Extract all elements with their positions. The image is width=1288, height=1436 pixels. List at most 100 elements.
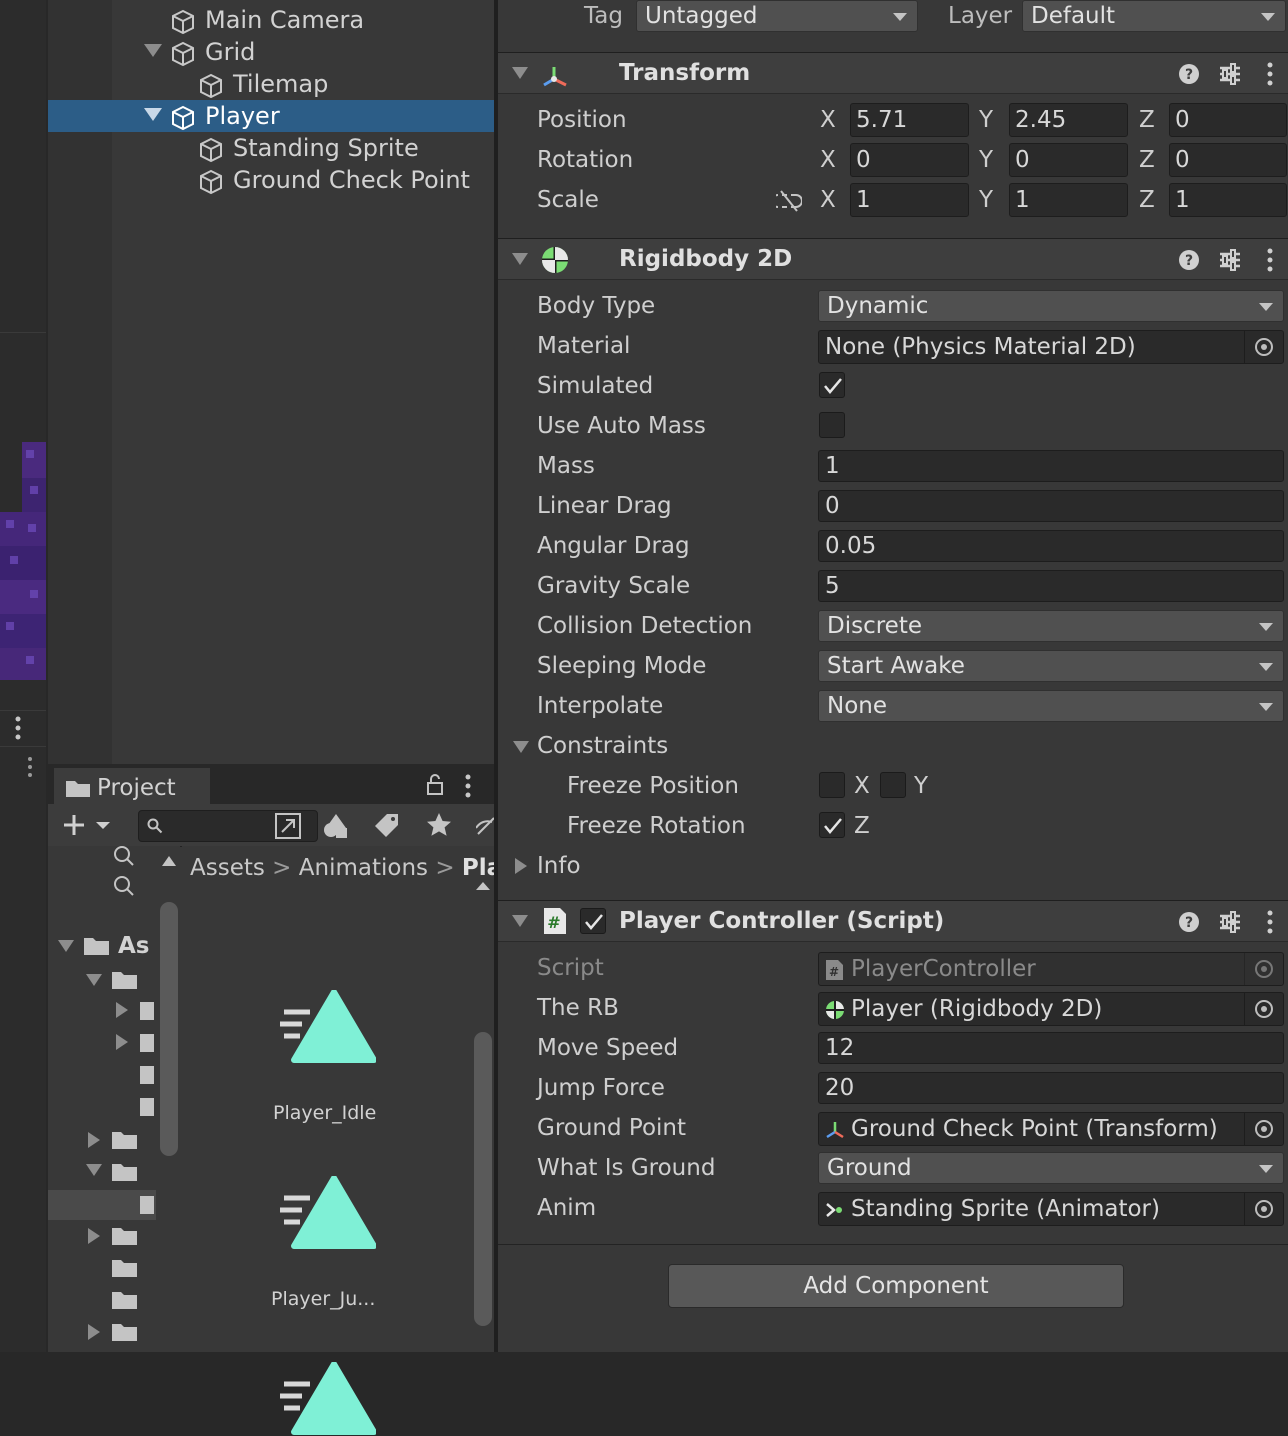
component-enabled-checkbox[interactable] [580,908,606,934]
more-icon[interactable] [464,774,472,798]
project-folder-tree[interactable]: As [48,846,180,1352]
hierarchy-item[interactable]: Tilemap [48,68,496,100]
add-component-button[interactable]: Add Component [668,1264,1124,1308]
tab-project[interactable]: Project [54,768,210,806]
axis-y-label[interactable]: Y [979,102,993,138]
assets-folder-label[interactable]: As [118,930,150,962]
transform-z-field[interactable]: 0 [1169,103,1287,137]
more-icon[interactable] [26,756,34,778]
breadcrumb-item[interactable]: Animations [299,855,428,881]
player-controller-header[interactable]: # Player Controller (Script) ? [498,900,1288,942]
more-icon[interactable] [1266,910,1274,934]
body-type-dropdown[interactable]: Dynamic [818,290,1284,322]
axis-z-label[interactable]: Z [1139,102,1155,138]
simulated-checkbox[interactable] [819,372,845,398]
the-rb-field[interactable]: Player (Rigidbody 2D) [818,992,1284,1026]
fold-arrow-icon[interactable] [512,915,528,927]
presets-icon[interactable] [1218,910,1242,934]
transform-z-field[interactable]: 1 [1169,183,1287,217]
axis-y-label[interactable]: Y [979,182,993,218]
presets-icon[interactable] [1218,62,1242,86]
expand-arrow-icon[interactable] [144,108,162,121]
object-picker-icon [1244,953,1283,985]
help-icon[interactable]: ? [1178,911,1200,933]
transform-y-field[interactable]: 0 [1009,143,1128,177]
axis-x-label[interactable]: X [820,102,836,138]
filter-mode-icon[interactable] [274,812,302,840]
help-icon[interactable]: ? [1178,63,1200,85]
angular-drag-field[interactable]: 0.05 [818,530,1284,562]
hidden-packages-icon[interactable] [476,814,496,838]
sleeping-mode-dropdown[interactable]: Start Awake [818,650,1284,682]
axis-z-label[interactable]: Z [1139,142,1155,178]
svg-text:?: ? [1185,915,1193,931]
filter-by-label-icon[interactable] [374,812,400,838]
material-field[interactable]: None (Physics Material 2D) [818,330,1284,364]
tag-dropdown[interactable]: Untagged [636,0,918,32]
info-fold-icon[interactable] [515,858,527,874]
transform-axis-icon [543,67,567,87]
what-is-ground-dropdown[interactable]: Ground [818,1152,1284,1184]
constraints-fold-icon[interactable] [513,741,529,753]
object-picker-icon[interactable] [1244,1193,1283,1225]
filter-by-type-icon[interactable] [322,812,350,840]
hierarchy-item[interactable]: Ground Check Point [48,164,496,196]
axis-x-label[interactable]: X [820,182,836,218]
move-speed-field[interactable]: 12 [818,1032,1284,1064]
hierarchy-item-label: Ground Check Point [233,166,470,194]
mass-field[interactable]: 1 [818,450,1284,482]
interpolate-dropdown[interactable]: None [818,690,1284,722]
more-icon[interactable] [14,716,22,740]
asset-label[interactable]: Player_Ju... [271,1288,375,1310]
object-picker-icon[interactable] [1244,331,1283,363]
asset-label[interactable]: Player_Idle [273,1102,376,1124]
file-view-scrollbar[interactable] [472,882,494,1342]
hierarchy-item-label: Standing Sprite [233,134,419,162]
add-dropdown-icon[interactable] [62,813,112,837]
transform-x-field[interactable]: 0 [850,143,969,177]
object-picker-icon[interactable] [1244,1113,1283,1145]
ground-point-field[interactable]: Ground Check Point (Transform) [818,1112,1284,1146]
breadcrumb-item[interactable]: Assets [190,855,265,881]
constraints-label[interactable]: Constraints [537,728,668,764]
presets-icon[interactable] [1218,248,1242,272]
fold-arrow-icon[interactable] [512,253,528,265]
hierarchy-item[interactable]: Standing Sprite [48,132,496,164]
hierarchy-item[interactable]: Main Camera [48,4,496,36]
favorites-star-icon[interactable] [426,812,452,838]
gravity-scale-field[interactable]: 5 [818,570,1284,602]
transform-z-field[interactable]: 0 [1169,143,1287,177]
info-label[interactable]: Info [537,848,581,884]
more-icon[interactable] [1266,62,1274,86]
use-auto-mass-checkbox[interactable] [819,412,845,438]
expand-arrow-icon[interactable] [144,44,162,57]
transform-y-field[interactable]: 2.45 [1009,103,1128,137]
project-file-view[interactable]: Assets > Animations > Pla Player_Idle Pl… [182,846,502,1435]
scene-view-strip[interactable] [0,0,46,1352]
axis-y-label[interactable]: Y [979,142,993,178]
axis-z-label[interactable]: Z [1139,182,1155,218]
rigidbody2d-header[interactable]: Rigidbody 2D ? [498,238,1288,280]
transform-x-field[interactable]: 1 [850,183,969,217]
transform-x-field[interactable]: 5.71 [850,103,969,137]
lock-icon[interactable] [426,774,444,796]
object-picker-icon[interactable] [1244,993,1283,1025]
more-icon[interactable] [1266,248,1274,272]
jump-force-field[interactable]: 20 [818,1072,1284,1104]
transform-header[interactable]: Transform ? [498,52,1288,94]
freeze-position-y-checkbox[interactable] [880,772,906,798]
unlinked-scale-icon[interactable] [776,190,802,212]
fold-arrow-icon[interactable] [512,67,528,79]
transform-y-field[interactable]: 1 [1009,183,1128,217]
collision-detection-dropdown[interactable]: Discrete [818,610,1284,642]
freeze-rotation-z-checkbox[interactable] [819,812,845,838]
script-label: Script [537,955,604,981]
hierarchy-item[interactable]: Grid [48,36,496,68]
anim-field[interactable]: Standing Sprite (Animator) [818,1192,1284,1226]
help-icon[interactable]: ? [1178,249,1200,271]
hierarchy-item[interactable]: Player [48,100,496,132]
layer-dropdown[interactable]: Default [1022,0,1286,32]
axis-x-label[interactable]: X [820,142,836,178]
freeze-position-x-checkbox[interactable] [819,772,845,798]
linear-drag-field[interactable]: 0 [818,490,1284,522]
